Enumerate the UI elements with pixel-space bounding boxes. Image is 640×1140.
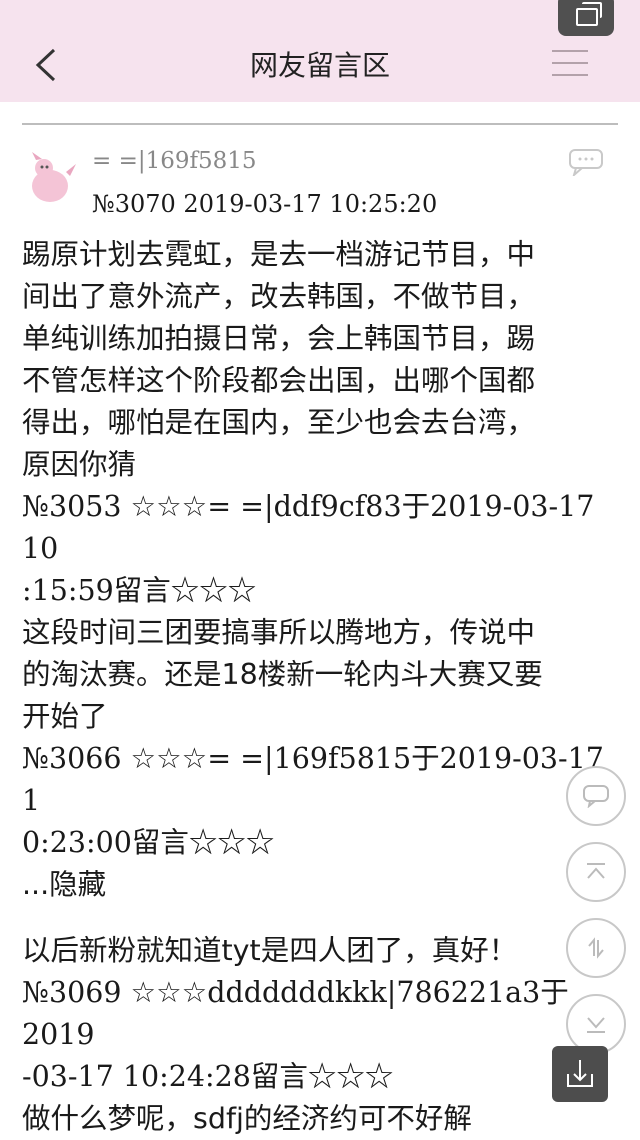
float-comment-button[interactable] — [566, 766, 626, 826]
quote-header: №3066 ☆☆☆= =|169f5815于2019-03-17 1 — [22, 742, 604, 817]
top-bar: 网友留言区 — [0, 0, 640, 102]
content-line: 得出，哪怕是在国内，至少也会去台湾， — [22, 406, 536, 439]
quote-header: 0:23:00留言☆☆☆ — [22, 826, 275, 859]
post-username: = =|169f5815 — [92, 148, 257, 174]
content-line: 原因你猜 — [22, 448, 137, 481]
avatar-icon — [32, 152, 76, 202]
content-line: 间出了意外流产，改去韩国，不做节目， — [22, 280, 536, 313]
swap-arrows-icon — [588, 937, 604, 959]
content-line: 不管怎样这个阶段都会出国，出哪个国都 — [22, 364, 536, 397]
menu-icon[interactable] — [552, 50, 588, 80]
hidden-toggle[interactable]: ...隐藏 — [22, 864, 622, 906]
share-button[interactable] — [552, 1046, 608, 1102]
content-line: 开始了 — [22, 700, 108, 733]
quote-header: -03-17 10:24:28留言☆☆☆ — [22, 1060, 394, 1093]
quote-header: №3069 ☆☆☆dddddddkkk|786221a3于2019 — [22, 976, 569, 1051]
chat-bubble-icon — [583, 785, 609, 808]
content-line: 这段时间三团要搞事所以腾地方，传说中 — [22, 616, 536, 649]
scroll-bottom-button[interactable] — [566, 994, 626, 1054]
divider — [22, 123, 618, 125]
post-meta: №3070 2019-03-17 10:25:20 — [92, 190, 438, 218]
content-line: 的淘汰赛。还是18楼新一轮内斗大赛又要 — [22, 658, 543, 691]
window-button[interactable] — [558, 0, 614, 36]
content-line: 单纯训练加拍摄日常，会上韩国节目，踢 — [22, 322, 536, 355]
quote-header: :15:59留言☆☆☆ — [22, 574, 257, 607]
comment-icon[interactable] — [568, 148, 604, 176]
window-icon-front — [576, 8, 598, 26]
arrow-up-icon — [587, 863, 605, 879]
page-title: 网友留言区 — [249, 49, 390, 82]
scroll-top-button[interactable] — [566, 842, 626, 902]
message-content: 踢原计划去霓虹，是去一档游记节目，中 间出了意外流产，改去韩国，不做节目， 单纯… — [22, 234, 622, 1140]
arrow-down-icon — [587, 1017, 605, 1033]
content-line: 以后新粉就知道tyt是四人团了，真好！ — [22, 934, 518, 967]
refresh-button[interactable] — [566, 918, 626, 978]
content-line: 做什么梦呢，sdfj的经济约可不好解 — [22, 1102, 472, 1135]
quote-header: №3053 ☆☆☆= =|ddf9cf83于2019-03-17 10 — [22, 490, 595, 565]
content-line: 踢原计划去霓虹，是去一档游记节目，中 — [22, 238, 536, 271]
share-icon — [567, 1060, 593, 1087]
